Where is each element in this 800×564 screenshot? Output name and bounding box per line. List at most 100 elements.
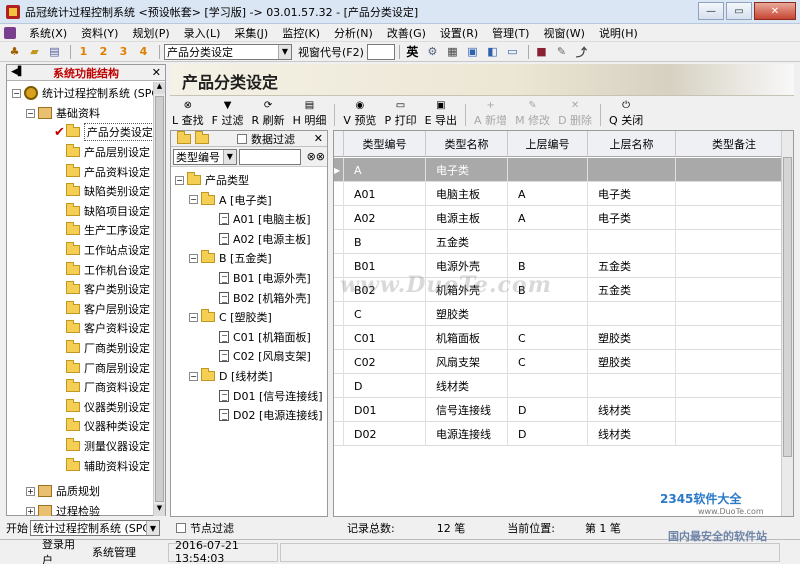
minimize-button[interactable]: —: [698, 2, 724, 20]
english-icon[interactable]: 英: [404, 44, 421, 60]
sidebar-item[interactable]: 厂商类别设定: [54, 339, 150, 357]
structure-icon[interactable]: ♣: [6, 44, 23, 60]
report-icon[interactable]: ▤: [46, 44, 63, 60]
sidebar-item[interactable]: 仪器种类设定: [54, 417, 150, 435]
table-cell[interactable]: [676, 206, 793, 230]
table-cell[interactable]: [676, 278, 793, 302]
sidebar-item[interactable]: 工作机台设定: [54, 261, 150, 279]
action-button-refresh[interactable]: ⟳ R 刷新: [251, 99, 284, 128]
menu-collect[interactable]: 采集(J): [227, 25, 275, 41]
table-cell[interactable]: 五金类: [588, 278, 676, 302]
table-row[interactable]: D 线材类: [334, 374, 793, 398]
table-cell[interactable]: [676, 158, 793, 182]
window-icon[interactable]: ▭: [504, 44, 521, 60]
table-row[interactable]: D02 电源连接线 D 线材类: [334, 422, 793, 446]
help-icon[interactable]: ⤴: [573, 44, 590, 60]
table-cell[interactable]: 风扇支架: [426, 350, 508, 374]
table-row[interactable]: D01 信号连接线 D 线材类: [334, 398, 793, 422]
child-window-icon[interactable]: [4, 26, 16, 39]
product-tree-leaf[interactable]: A02 [电源主板]: [219, 230, 311, 248]
sidebar-item-selected[interactable]: ✔ 产品分类设定: [54, 123, 154, 141]
calculator-icon[interactable]: ▦: [444, 44, 461, 60]
folder-icon[interactable]: [195, 130, 209, 144]
module-select[interactable]: 产品分类设定 ▼: [164, 43, 292, 60]
chevron-down-icon[interactable]: ▼: [278, 44, 291, 59]
menu-plan[interactable]: 规划(P): [125, 25, 176, 41]
table-cell[interactable]: A02: [344, 206, 426, 230]
sidebar-item[interactable]: 测量仪器设定: [54, 437, 150, 455]
table-cell[interactable]: A: [344, 158, 426, 182]
sidebar-item[interactable]: 缺陷项目设定: [54, 202, 150, 220]
column-header[interactable]: 上层名称: [588, 131, 676, 157]
grid-scrollbar[interactable]: [781, 131, 793, 516]
table-cell[interactable]: 五金类: [426, 230, 508, 254]
collapse-icon[interactable]: −: [189, 371, 198, 381]
menu-data[interactable]: 资料(Y): [74, 25, 125, 41]
maximize-button[interactable]: ▭: [726, 2, 752, 20]
tag-icon[interactable]: ✎: [553, 44, 570, 60]
table-cell[interactable]: A: [508, 206, 588, 230]
table-cell[interactable]: [676, 230, 793, 254]
menu-window[interactable]: 视窗(W): [536, 25, 591, 41]
collapse-icon[interactable]: −: [26, 108, 35, 118]
search-icon[interactable]: ⊗⊗: [307, 150, 325, 163]
scroll-down-icon[interactable]: ▼: [154, 504, 165, 516]
product-tree-leaf[interactable]: C02 [风扇支架]: [219, 347, 311, 365]
sidebar-scrollbar[interactable]: ▲ ▼: [153, 82, 165, 516]
close-button[interactable]: ✕: [754, 2, 796, 20]
collapse-icon[interactable]: −: [189, 253, 198, 263]
table-cell[interactable]: 线材类: [426, 374, 508, 398]
action-button-delete[interactable]: ✕ D 删除: [558, 99, 592, 128]
table-cell[interactable]: C: [508, 326, 588, 350]
sidebar-item[interactable]: 仪器类别设定: [54, 398, 150, 416]
sidebar-item[interactable]: 辅助资料设定: [54, 457, 150, 475]
menu-settings[interactable]: 设置(R): [433, 25, 485, 41]
table-cell[interactable]: C: [344, 302, 426, 326]
tree-group-basic[interactable]: − 基础资料: [26, 104, 100, 122]
product-tree-leaf[interactable]: B01 [电源外壳]: [219, 269, 311, 287]
close-icon[interactable]: ✕: [314, 132, 323, 145]
scroll-thumb[interactable]: [155, 96, 164, 502]
product-tree-group[interactable]: − C [塑胶类]: [189, 308, 272, 326]
table-cell[interactable]: [676, 398, 793, 422]
level-4-icon[interactable]: 4: [135, 44, 152, 60]
sidebar-item[interactable]: 客户层别设定: [54, 300, 150, 318]
table-cell[interactable]: 电子类: [588, 206, 676, 230]
table-cell[interactable]: [676, 182, 793, 206]
menu-monitor[interactable]: 监控(K): [275, 25, 327, 41]
tree-root[interactable]: − 统计过程控制系统 (SPC): [12, 84, 154, 102]
table-cell[interactable]: C02: [344, 350, 426, 374]
folder-icon[interactable]: [177, 130, 191, 144]
table-cell[interactable]: [508, 302, 588, 326]
sidebar-item[interactable]: 工作站点设定: [54, 241, 150, 259]
table-row[interactable]: ▶ A 电子类: [334, 158, 793, 182]
table-cell[interactable]: [676, 326, 793, 350]
menu-manage[interactable]: 管理(T): [485, 25, 536, 41]
product-tree-group[interactable]: − B [五金类]: [189, 249, 272, 267]
table-row[interactable]: C 塑胶类: [334, 302, 793, 326]
table-cell[interactable]: 线材类: [588, 422, 676, 446]
system-select[interactable]: 统计过程控制系统 (SPC) ▼: [30, 520, 160, 536]
collapse-icon[interactable]: −: [189, 312, 198, 322]
action-button-export[interactable]: ▣ E 导出: [425, 99, 457, 128]
table-cell[interactable]: 电脑主板: [426, 182, 508, 206]
sidebar-item[interactable]: 厂商层别设定: [54, 359, 150, 377]
sidebar-item[interactable]: 生产工序设定: [54, 221, 150, 239]
table-cell[interactable]: [508, 230, 588, 254]
menu-entry[interactable]: 录入(L): [177, 25, 228, 41]
product-tree-leaf[interactable]: B02 [机箱外壳]: [219, 289, 311, 307]
table-cell[interactable]: D01: [344, 398, 426, 422]
table-cell[interactable]: 电子类: [588, 182, 676, 206]
scroll-up-icon[interactable]: ▲: [154, 82, 165, 94]
product-tree-group[interactable]: − A [电子类]: [189, 191, 272, 209]
expand-icon[interactable]: +: [26, 486, 35, 496]
table-row[interactable]: B 五金类: [334, 230, 793, 254]
menu-help[interactable]: 说明(H): [592, 25, 645, 41]
table-cell[interactable]: 五金类: [588, 254, 676, 278]
action-button-add[interactable]: + A 新增: [474, 99, 507, 128]
table-cell[interactable]: A01: [344, 182, 426, 206]
table-cell[interactable]: 塑胶类: [426, 302, 508, 326]
window-code-input[interactable]: [366, 43, 395, 60]
table-row[interactable]: C02 风扇支架 C 塑胶类: [334, 350, 793, 374]
search-input[interactable]: [238, 148, 301, 165]
